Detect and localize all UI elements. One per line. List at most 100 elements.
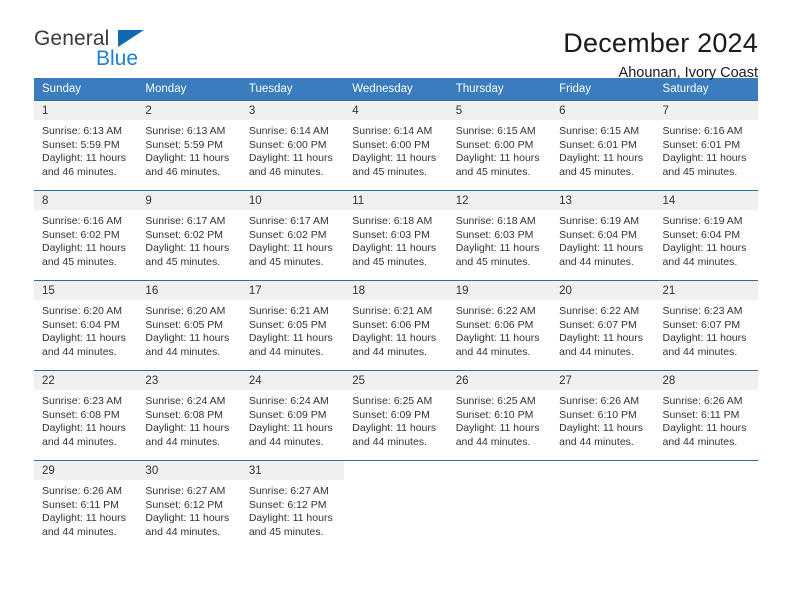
sunrise-text: Sunrise: 6:18 AM bbox=[455, 215, 536, 227]
sunset-text: Sunset: 6:02 PM bbox=[145, 228, 224, 241]
day-number bbox=[344, 461, 447, 480]
calendar-day-cell[interactable]: 9 Sunrise: 6:17 AM Sunset: 6:02 PM Daylight… bbox=[137, 190, 241, 281]
daylight-text-line1: Daylight: 11 hours bbox=[352, 422, 437, 435]
day-number: 7 bbox=[654, 101, 758, 120]
day-number: 30 bbox=[137, 461, 241, 480]
weekday-header-wednesday: Wednesday bbox=[344, 78, 448, 101]
day-sun-info: Sunrise: 6:23 AM Sunset: 6:08 PM Daylight:… bbox=[34, 390, 137, 449]
daylight-text-line1: Daylight: 11 hours bbox=[145, 422, 230, 435]
day-number: 16 bbox=[137, 281, 241, 300]
weekday-header-thursday: Thursday bbox=[447, 78, 552, 101]
calendar-day-cell[interactable]: 8 Sunrise: 6:16 AM Sunset: 6:02 PM Daylight… bbox=[34, 190, 138, 281]
day-sun-info: Sunrise: 6:18 AM Sunset: 6:03 PM Daylight:… bbox=[344, 210, 447, 269]
calendar-day-cell[interactable]: 5 Sunrise: 6:15 AM Sunset: 6:00 PM Daylight… bbox=[447, 100, 552, 191]
day-number: 4 bbox=[344, 101, 448, 120]
day-sun-info: Sunrise: 6:20 AM Sunset: 6:04 PM Daylight:… bbox=[34, 300, 137, 359]
daylight-text-line1: Daylight: 11 hours bbox=[559, 152, 643, 165]
daylight-text-line1: Daylight: 11 hours bbox=[145, 152, 230, 165]
calendar-day-cell[interactable]: 31 Sunrise: 6:27 AM Sunset: 6:12 PM Dayligh… bbox=[240, 460, 345, 550]
calendar-day-cell[interactable]: 10 Sunrise: 6:17 AM Sunset: 6:02 PM Dayligh… bbox=[240, 190, 345, 281]
day-cell-content: 12 Sunrise: 6:18 AM Sunset: 6:03 PM Dayligh… bbox=[447, 191, 552, 280]
day-number: 27 bbox=[551, 371, 655, 390]
calendar-day-cell[interactable]: 4 Sunrise: 6:14 AM Sunset: 6:00 PM Daylight… bbox=[344, 100, 448, 191]
calendar-day-cell[interactable]: 25 Sunrise: 6:25 AM Sunset: 6:09 PM Dayligh… bbox=[344, 370, 448, 461]
sunset-text: Sunset: 5:59 PM bbox=[42, 138, 120, 151]
day-number: 26 bbox=[447, 371, 552, 390]
calendar-day-cell[interactable]: 28 Sunrise: 6:26 AM Sunset: 6:11 PM Dayligh… bbox=[654, 370, 758, 461]
daylight-text-line2: and 44 minutes. bbox=[662, 255, 738, 268]
daylight-text-line1: Daylight: 11 hours bbox=[248, 332, 333, 345]
sunset-text: Sunset: 6:08 PM bbox=[42, 408, 120, 421]
calendar-day-cell bbox=[447, 460, 552, 550]
daylight-text-line1: Daylight: 11 hours bbox=[352, 242, 437, 255]
day-sun-info: Sunrise: 6:16 AM Sunset: 6:01 PM Daylight:… bbox=[655, 120, 758, 179]
day-cell-empty bbox=[551, 461, 654, 550]
daylight-text-line1: Daylight: 11 hours bbox=[145, 242, 230, 255]
day-number: 3 bbox=[240, 101, 345, 120]
daylight-text-line2: and 45 minutes. bbox=[352, 165, 427, 178]
daylight-text-line1: Daylight: 11 hours bbox=[559, 242, 643, 255]
calendar-day-cell[interactable]: 18 Sunrise: 6:21 AM Sunset: 6:06 PM Dayligh… bbox=[344, 280, 448, 371]
day-number: 28 bbox=[654, 371, 758, 390]
day-number: 17 bbox=[240, 281, 345, 300]
sunrise-text: Sunrise: 6:26 AM bbox=[662, 395, 743, 407]
calendar-day-cell[interactable]: 23 Sunrise: 6:24 AM Sunset: 6:08 PM Dayligh… bbox=[137, 370, 241, 461]
calendar-day-cell bbox=[344, 460, 448, 550]
day-sun-info: Sunrise: 6:22 AM Sunset: 6:07 PM Daylight:… bbox=[551, 300, 654, 359]
daylight-text-line2: and 45 minutes. bbox=[248, 525, 324, 538]
sunrise-text: Sunrise: 6:22 AM bbox=[455, 305, 536, 317]
calendar-day-cell[interactable]: 27 Sunrise: 6:26 AM Sunset: 6:10 PM Dayligh… bbox=[551, 370, 655, 461]
calendar-week-row: 22 Sunrise: 6:23 AM Sunset: 6:08 PM Dayligh… bbox=[34, 370, 758, 461]
calendar-day-cell[interactable]: 16 Sunrise: 6:20 AM Sunset: 6:05 PM Dayligh… bbox=[137, 280, 241, 371]
calendar-day-cell[interactable]: 22 Sunrise: 6:23 AM Sunset: 6:08 PM Dayligh… bbox=[34, 370, 138, 461]
calendar-day-cell[interactable]: 17 Sunrise: 6:21 AM Sunset: 6:05 PM Dayligh… bbox=[240, 280, 345, 371]
day-sun-info: Sunrise: 6:19 AM Sunset: 6:04 PM Daylight:… bbox=[655, 210, 758, 269]
calendar-day-cell[interactable]: 6 Sunrise: 6:15 AM Sunset: 6:01 PM Daylight… bbox=[551, 100, 655, 191]
day-cell-empty bbox=[448, 461, 551, 550]
daylight-text-line2: and 44 minutes. bbox=[559, 435, 634, 448]
day-cell-content: 8 Sunrise: 6:16 AM Sunset: 6:02 PM Daylight… bbox=[34, 191, 138, 280]
day-sun-info: Sunrise: 6:25 AM Sunset: 6:10 PM Daylight:… bbox=[448, 390, 551, 449]
day-sun-info: Sunrise: 6:14 AM Sunset: 6:00 PM Daylight:… bbox=[241, 120, 344, 179]
calendar-day-cell[interactable]: 13 Sunrise: 6:19 AM Sunset: 6:04 PM Dayligh… bbox=[551, 190, 655, 281]
day-cell-content: 11 Sunrise: 6:18 AM Sunset: 6:03 PM Dayligh… bbox=[344, 191, 448, 280]
day-sun-info: Sunrise: 6:13 AM Sunset: 5:59 PM Daylight:… bbox=[137, 120, 240, 179]
day-cell-content: 20 Sunrise: 6:22 AM Sunset: 6:07 PM Dayligh… bbox=[551, 281, 655, 370]
sunrise-text: Sunrise: 6:26 AM bbox=[559, 395, 640, 407]
day-cell-content: 1 Sunrise: 6:13 AM Sunset: 5:59 PM Daylight… bbox=[34, 101, 138, 190]
day-cell-content: 28 Sunrise: 6:26 AM Sunset: 6:11 PM Dayligh… bbox=[654, 371, 758, 460]
calendar-day-cell[interactable]: 19 Sunrise: 6:22 AM Sunset: 6:06 PM Dayligh… bbox=[447, 280, 552, 371]
day-cell-content: 30 Sunrise: 6:27 AM Sunset: 6:12 PM Dayligh… bbox=[137, 461, 241, 550]
calendar-day-cell[interactable]: 26 Sunrise: 6:25 AM Sunset: 6:10 PM Dayligh… bbox=[447, 370, 552, 461]
general-blue-logo[interactable]: General Blue bbox=[34, 28, 154, 74]
calendar-day-cell[interactable]: 12 Sunrise: 6:18 AM Sunset: 6:03 PM Dayligh… bbox=[447, 190, 552, 281]
calendar-day-cell[interactable]: 3 Sunrise: 6:14 AM Sunset: 6:00 PM Daylight… bbox=[240, 100, 345, 191]
daylight-text-line2: and 45 minutes. bbox=[455, 255, 531, 268]
calendar-week-row: 8 Sunrise: 6:16 AM Sunset: 6:02 PM Daylight… bbox=[34, 190, 758, 281]
calendar-day-cell[interactable]: 30 Sunrise: 6:27 AM Sunset: 6:12 PM Dayligh… bbox=[137, 460, 241, 550]
daylight-text-line2: and 45 minutes. bbox=[145, 255, 221, 268]
daylight-text-line2: and 44 minutes. bbox=[42, 525, 117, 538]
day-sun-info: Sunrise: 6:26 AM Sunset: 6:11 PM Daylight:… bbox=[655, 390, 758, 449]
calendar-day-cell[interactable]: 7 Sunrise: 6:16 AM Sunset: 6:01 PM Daylight… bbox=[654, 100, 758, 191]
calendar-day-cell[interactable]: 29 Sunrise: 6:26 AM Sunset: 6:11 PM Dayligh… bbox=[34, 460, 138, 550]
weekday-header-sunday: Sunday bbox=[34, 78, 138, 101]
daylight-text-line1: Daylight: 11 hours bbox=[352, 332, 437, 345]
sunrise-sunset-calendar-table: Sunday Monday Tuesday Wednesday Thursday… bbox=[34, 78, 758, 550]
calendar-day-cell[interactable]: 11 Sunrise: 6:18 AM Sunset: 6:03 PM Dayligh… bbox=[344, 190, 448, 281]
sunrise-text: Sunrise: 6:16 AM bbox=[662, 125, 743, 137]
sunrise-text: Sunrise: 6:22 AM bbox=[559, 305, 640, 317]
daylight-text-line1: Daylight: 11 hours bbox=[662, 152, 747, 165]
daylight-text-line2: and 44 minutes. bbox=[662, 435, 738, 448]
calendar-day-cell[interactable]: 24 Sunrise: 6:24 AM Sunset: 6:09 PM Dayligh… bbox=[240, 370, 345, 461]
sunrise-text: Sunrise: 6:24 AM bbox=[248, 395, 329, 407]
weekday-header-tuesday: Tuesday bbox=[240, 78, 345, 101]
calendar-day-cell[interactable]: 1 Sunrise: 6:13 AM Sunset: 5:59 PM Daylight… bbox=[34, 100, 138, 191]
calendar-day-cell[interactable]: 14 Sunrise: 6:19 AM Sunset: 6:04 PM Dayligh… bbox=[654, 190, 758, 281]
calendar-day-cell[interactable]: 2 Sunrise: 6:13 AM Sunset: 5:59 PM Daylight… bbox=[137, 100, 241, 191]
day-number: 22 bbox=[34, 371, 138, 390]
calendar-day-cell[interactable]: 21 Sunrise: 6:23 AM Sunset: 6:07 PM Dayligh… bbox=[654, 280, 758, 371]
calendar-day-cell[interactable]: 20 Sunrise: 6:22 AM Sunset: 6:07 PM Dayligh… bbox=[551, 280, 655, 371]
calendar-day-cell[interactable]: 15 Sunrise: 6:20 AM Sunset: 6:04 PM Dayligh… bbox=[34, 280, 138, 371]
daylight-text-line1: Daylight: 11 hours bbox=[42, 152, 126, 165]
